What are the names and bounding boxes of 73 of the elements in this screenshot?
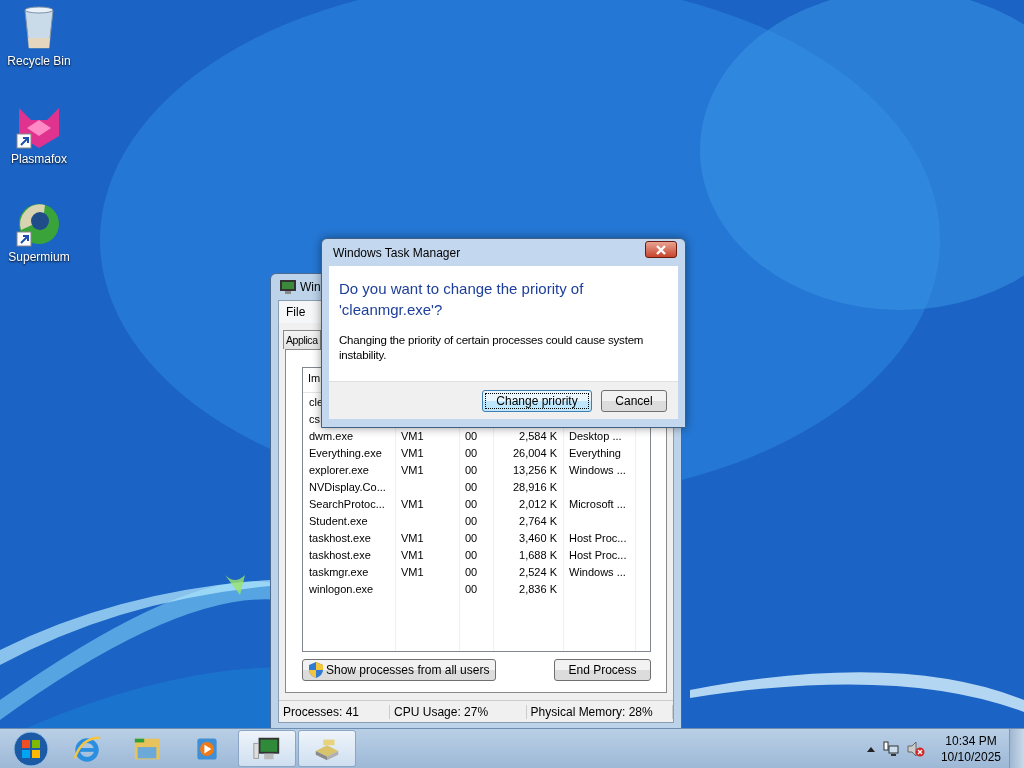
- table-cell: 00: [465, 446, 478, 459]
- table-cell: Desktop ...: [569, 429, 622, 442]
- table-cell: 2,836 K: [519, 582, 557, 595]
- window-title: Win: [300, 280, 321, 294]
- table-cell: 1,688 K: [519, 548, 557, 561]
- table-cell: Student.exe: [309, 514, 368, 527]
- column-header[interactable]: Im: [308, 372, 321, 384]
- dialog-message: Changing the priority of certain processes could cause system instability.: [339, 333, 645, 363]
- close-icon: [656, 244, 666, 255]
- table-cell: VM1: [401, 463, 424, 476]
- taskbar-button[interactable]: [238, 730, 296, 767]
- clock-date[interactable]: 10/10/2025: [940, 748, 1001, 765]
- status-text: CPU Usage: 27%: [390, 704, 527, 719]
- dialog-heading: Do you want to change the priority of 'cleanmgr.exe'?: [339, 279, 585, 320]
- table-cell: cs: [309, 412, 320, 425]
- table-cell: 2,524 K: [519, 565, 557, 578]
- table-cell: VM1: [401, 497, 424, 510]
- table-cell: dwm.exe: [309, 429, 354, 442]
- table-cell: NVDisplay.Co...: [309, 480, 386, 493]
- table-cell: Windows ...: [569, 463, 626, 476]
- table-cell: 00: [465, 463, 478, 476]
- table-cell: taskhost.exe: [309, 531, 371, 544]
- table-cell: winlogon.exe: [309, 582, 374, 595]
- table-cell: VM1: [401, 446, 424, 459]
- table-cell: 00: [465, 497, 478, 510]
- table-cell: 2,012 K: [519, 497, 557, 510]
- table-cell: VM1: [401, 548, 424, 561]
- table-cell: Host Proc...: [569, 531, 627, 544]
- table-cell: VM1: [401, 531, 424, 544]
- table-cell: Host Proc...: [569, 548, 627, 561]
- table-cell: 00: [465, 548, 478, 561]
- table-cell: 00: [465, 514, 478, 527]
- menu-item[interactable]: File: [286, 305, 306, 319]
- table-cell: VM1: [401, 429, 424, 442]
- table-cell: Microsoft ...: [569, 497, 626, 510]
- status-text: Physical Memory: 28%: [526, 704, 673, 719]
- table-cell: 13,256 K: [512, 463, 557, 476]
- tab[interactable]: Applica: [283, 330, 321, 349]
- table-cell: Everything: [569, 446, 621, 459]
- windows-logo-icon: [13, 730, 49, 767]
- table-cell: 00: [465, 582, 478, 595]
- table-cell: 3,460 K: [519, 531, 557, 544]
- up-arrow-icon[interactable]: [866, 745, 875, 752]
- end-process-button[interactable]: End Process: [554, 659, 651, 681]
- muted-speaker-icon[interactable]: [906, 740, 925, 757]
- table-cell: VM1: [401, 565, 424, 578]
- show-processes-button[interactable]: Show processes from all users: [302, 659, 497, 681]
- icon-label[interactable]: Supermium: [8, 250, 70, 264]
- window-title: Windows Task Manager: [333, 245, 461, 260]
- table-cell: 00: [465, 531, 478, 544]
- icon-label[interactable]: Plasmafox: [11, 152, 67, 166]
- table-cell: 28,916 K: [512, 480, 557, 493]
- table-cell: taskhost.exe: [309, 548, 371, 561]
- table-cell: 00: [465, 429, 478, 442]
- table-cell: taskmgr.exe: [309, 565, 369, 578]
- table-cell: Windows ...: [569, 565, 626, 578]
- table-cell: 2,584 K: [519, 429, 557, 442]
- change-priority-button[interactable]: Change priority: [482, 389, 592, 412]
- table-cell: 00: [465, 565, 478, 578]
- close-button[interactable]: [645, 241, 677, 258]
- clock-time[interactable]: 10:34 PM: [945, 732, 997, 749]
- table-cell: 2,764 K: [519, 514, 557, 527]
- table-cell: explorer.exe: [309, 463, 369, 476]
- monitor-icon: [280, 280, 296, 294]
- table-cell: 00: [465, 480, 478, 493]
- icon-label[interactable]: Recycle Bin: [7, 54, 71, 68]
- table-cell: Everything.exe: [309, 446, 382, 459]
- table-cell: SearchProtoc...: [309, 497, 385, 510]
- shield-icon: [309, 662, 323, 678]
- status-text: Processes: 41: [279, 704, 391, 719]
- cancel-button[interactable]: Cancel: [601, 389, 667, 412]
- table-cell: 26,004 K: [512, 446, 557, 459]
- network-icon[interactable]: [882, 740, 899, 757]
